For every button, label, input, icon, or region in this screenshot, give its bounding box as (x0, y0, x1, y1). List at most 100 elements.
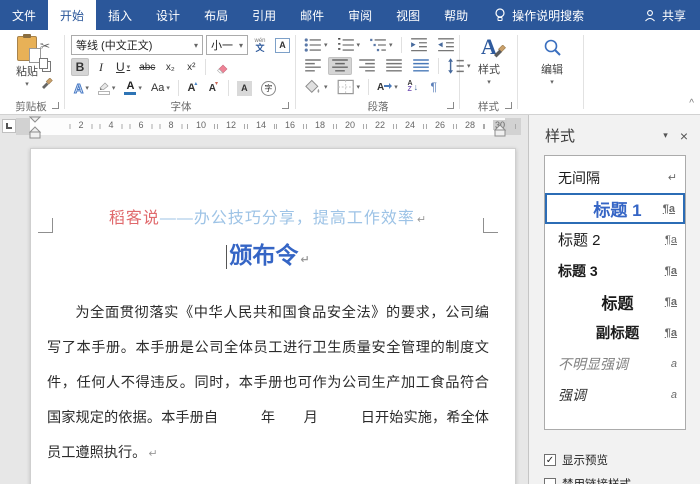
tab-view[interactable]: 视图 (384, 0, 432, 30)
checkbox-unchecked-icon[interactable] (544, 478, 556, 484)
clipboard-dialog-launcher[interactable] (52, 102, 59, 109)
ruler-number: 20 (335, 120, 365, 130)
tab-file[interactable]: 文件 (0, 0, 48, 30)
format-painter-button[interactable] (36, 75, 56, 93)
group-divider (64, 35, 65, 109)
multilevel-list-button[interactable] (366, 36, 396, 54)
justify-icon (386, 59, 402, 72)
style-item-heading3[interactable]: 标题 3 ¶a (545, 255, 685, 286)
styles-pane-menu-arrow-icon[interactable]: ▾ (653, 130, 678, 141)
body-line[interactable]: 写了本手册。本手册是公司全体员工进行卫生质量安全管理的制度文 (47, 331, 489, 366)
font-color-button[interactable]: A (121, 79, 145, 97)
style-item-subtitle[interactable]: 副标题 ¶a (545, 317, 685, 348)
show-hide-marks-button[interactable]: ¶ (425, 78, 443, 96)
grow-font-button[interactable]: A ▴ (184, 79, 202, 97)
phonetic-guide-button[interactable]: wén 文 (251, 36, 269, 54)
ruler-number: 10 (186, 120, 216, 130)
highlight-color-button[interactable] (95, 79, 119, 97)
group-divider (583, 35, 584, 109)
tell-me-search[interactable]: 操作说明搜索 (494, 0, 584, 30)
ruler-number: 24 (395, 120, 425, 130)
align-right-button[interactable] (355, 57, 379, 75)
indent-markers-left[interactable] (29, 116, 42, 139)
italic-button[interactable]: I (92, 58, 110, 76)
style-mark: ¶a (664, 326, 677, 339)
tab-help[interactable]: 帮助 (432, 0, 480, 30)
bullets-button[interactable] (301, 36, 331, 54)
shrink-font-button[interactable]: A ▾ (205, 79, 223, 97)
asian-layout-button[interactable]: A (374, 78, 401, 96)
superscript-button[interactable]: x² (182, 58, 200, 76)
decrease-indent-button[interactable] (407, 36, 431, 54)
collapse-ribbon-icon[interactable]: ^ (689, 98, 694, 109)
text-effects-button[interactable]: A (71, 79, 92, 97)
tab-design[interactable]: 设计 (144, 0, 192, 30)
change-case-button[interactable]: Aa (148, 79, 173, 97)
tab-review[interactable]: 审阅 (336, 0, 384, 30)
body-line[interactable]: 员工遵照执行。 ↵ (47, 436, 489, 472)
document-canvas[interactable]: 稻客说——办公技巧分享，提高工作效率 ↵ 颁布令 ↵ 为全面贯彻落实《中华人民共和国… (0, 139, 528, 484)
share-button[interactable]: 共享 (630, 0, 700, 30)
tab-layout[interactable]: 布局 (192, 0, 240, 30)
font-size-combobox[interactable]: 小一 (206, 35, 248, 55)
copy-button[interactable] (36, 56, 55, 74)
cut-button[interactable]: ✂ (36, 37, 54, 55)
subscript-button[interactable]: x₂ (161, 58, 179, 76)
style-item-emphasis[interactable]: 强调 a (545, 379, 685, 410)
tab-home[interactable]: 开始 (48, 0, 97, 30)
character-border-button[interactable]: A (272, 36, 293, 54)
bold-button[interactable]: B (71, 58, 89, 76)
show-preview-checkbox-row[interactable]: ✓ 显示预览 (544, 452, 608, 468)
style-item-title[interactable]: 标题 ¶a (545, 286, 685, 317)
tab-references[interactable]: 引用 (240, 0, 288, 30)
style-item-no-spacing[interactable]: 无间隔 ↵ (545, 162, 685, 193)
document-title[interactable]: 颁布令 ↵ (47, 240, 489, 270)
document-page[interactable]: 稻客说——办公技巧分享，提高工作效率 ↵ 颁布令 ↵ 为全面贯彻落实《中华人民共和国… (30, 148, 516, 484)
paste-dropdown-arrow: ▾ (25, 81, 29, 88)
style-mark: ¶a (664, 233, 677, 246)
style-item-subtle-emphasis[interactable]: 不明显强调 a (545, 348, 685, 379)
indent-marker-right[interactable] (494, 124, 507, 139)
styles-pane-close-icon[interactable]: × (678, 128, 690, 144)
align-left-button[interactable] (301, 57, 325, 75)
clear-formatting-button[interactable] (211, 58, 232, 76)
font-dialog-launcher[interactable] (282, 102, 289, 109)
paragraph-mark: ↵ (148, 448, 158, 460)
separator (177, 80, 179, 96)
distribute-icon (413, 59, 429, 72)
tab-mailings[interactable]: 邮件 (288, 0, 336, 30)
style-item-heading2[interactable]: 标题 2 ¶a (545, 224, 685, 255)
tab-selector[interactable] (2, 119, 16, 133)
shading-button[interactable] (301, 78, 331, 96)
body-line[interactable]: 为全面贯彻落实《中华人民共和国食品安全法》的要求，公司编 (47, 296, 489, 331)
lightbulb-icon (494, 8, 506, 22)
underline-button[interactable]: U (113, 58, 133, 76)
enclose-characters-icon: 字 (260, 80, 276, 96)
styles-gallery-button[interactable]: A 样式 ▾ (466, 33, 512, 95)
distribute-button[interactable] (409, 57, 433, 75)
body-line[interactable]: 件，任何人不得违反。同时，本手册也可作为公司生产加工食品符合 (47, 366, 489, 401)
paragraph-dialog-launcher[interactable] (447, 102, 454, 109)
font-name-combobox[interactable]: 等线 (中文正文) (71, 35, 203, 55)
tab-insert[interactable]: 插入 (96, 0, 144, 30)
checkbox-checked-icon[interactable]: ✓ (544, 454, 556, 466)
document-body[interactable]: 为全面贯彻落实《中华人民共和国食品安全法》的要求，公司编 写了本手册。本手册是公… (47, 296, 489, 472)
ruler-number: 4 (99, 120, 123, 130)
character-shading-button[interactable]: A (234, 79, 255, 97)
style-item-heading1-selected[interactable]: 标题 1 ¶a (545, 193, 685, 224)
borders-button[interactable] (334, 78, 364, 96)
justify-button[interactable] (382, 57, 406, 75)
body-line[interactable]: 国家规定的依据。本手册自 年 月 日开始实施，希全体 (47, 401, 489, 436)
numbering-button[interactable] (334, 36, 364, 54)
align-center-button[interactable] (328, 57, 352, 75)
scissors-icon: ✂ (39, 39, 51, 53)
horizontal-ruler[interactable]: 2 4 6 8 10 12 14 16 18 20 22 24 26 28 30 (0, 115, 528, 139)
enclose-characters-button[interactable]: 字 (258, 79, 279, 97)
disable-linked-checkbox-row[interactable]: 禁用链接样式 (544, 476, 631, 484)
strikethrough-button[interactable]: abc (136, 58, 158, 76)
document-header-line[interactable]: 稻客说——办公技巧分享，提高工作效率 ↵ (47, 204, 489, 227)
increase-indent-button[interactable] (434, 36, 458, 54)
editing-menu-button[interactable]: 编辑 ▾ (528, 35, 576, 97)
sort-button[interactable]: A Z ↓ (404, 78, 422, 96)
styles-dialog-launcher[interactable] (505, 102, 512, 109)
